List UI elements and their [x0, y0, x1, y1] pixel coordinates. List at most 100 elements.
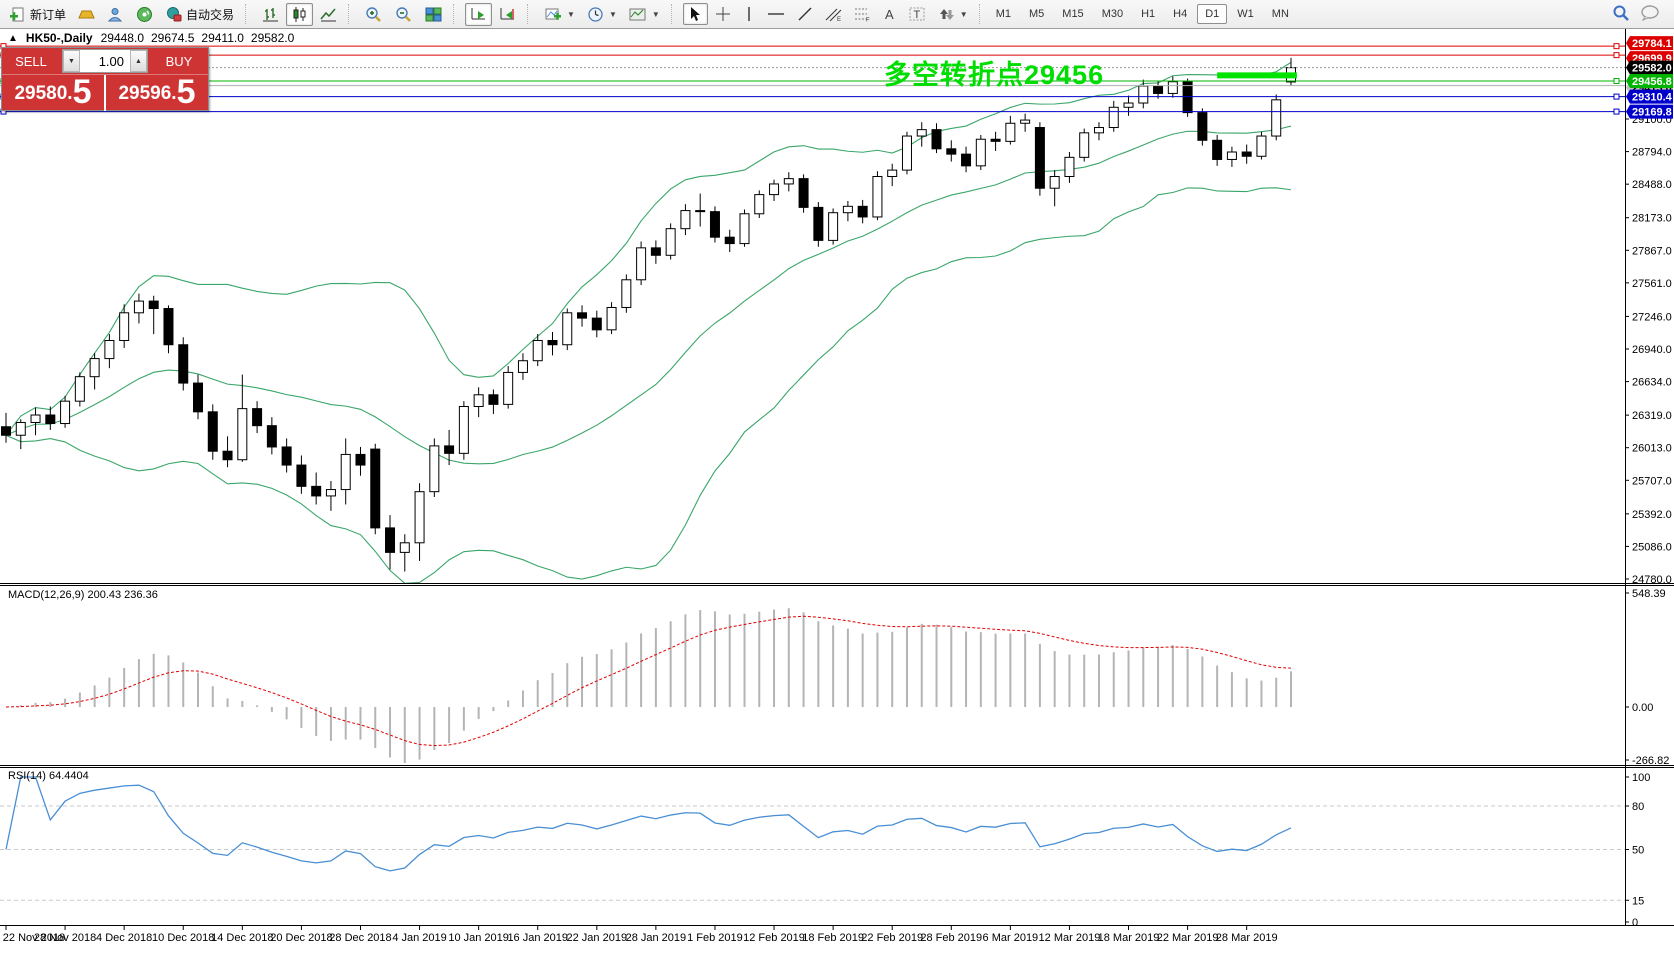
main-toolbar: 新订单 自动交易 ▼ ▼	[0, 0, 1674, 29]
toolbar-separator	[245, 4, 251, 24]
new-order-button[interactable]: 新订单	[4, 3, 71, 26]
low-value: 29411.0	[201, 31, 244, 45]
timeframe-w1[interactable]: W1	[1229, 4, 1262, 24]
text-label-button[interactable]: T	[904, 3, 931, 25]
line-handle[interactable]	[1614, 109, 1619, 114]
candle-bullish	[755, 195, 764, 214]
timeframe-m5[interactable]: M5	[1021, 4, 1052, 24]
price-tick-label: 25392.0	[1632, 509, 1672, 521]
toolbar-separator	[527, 4, 533, 24]
buy-button[interactable]: BUY	[150, 48, 208, 74]
candle-bullish	[1006, 123, 1015, 141]
zoom-in-button[interactable]	[360, 3, 388, 26]
line-handle[interactable]	[1614, 53, 1619, 58]
line-chart-button[interactable]	[315, 3, 342, 26]
zoom-out-button[interactable]	[390, 3, 418, 26]
candle-bearish	[932, 130, 941, 149]
cursor-button[interactable]	[683, 3, 708, 25]
horizontal-line-icon	[767, 6, 785, 22]
timeframe-mn[interactable]: MN	[1264, 4, 1297, 24]
candle-bullish	[784, 179, 793, 184]
timeframe-m30[interactable]: M30	[1094, 4, 1131, 24]
price-tag-29169.8: 29169.8	[1626, 105, 1673, 119]
open-value: 29448.0	[101, 31, 144, 45]
timeframe-h1[interactable]: H1	[1133, 4, 1163, 24]
toolbar-right	[1612, 4, 1674, 25]
arrows-button[interactable]: ▼	[933, 3, 973, 25]
chart-shift-button[interactable]	[494, 3, 521, 26]
timeframe-m1[interactable]: M1	[988, 4, 1019, 24]
volume-value[interactable]: 1.00	[80, 50, 130, 72]
price-tag-29310.4: 29310.4	[1626, 90, 1673, 104]
price-tick-label: 28173.0	[1632, 213, 1672, 225]
history-center-button[interactable]	[73, 3, 100, 26]
sell-button[interactable]: SELL	[2, 48, 60, 74]
macd-axis-label: 0.00	[1632, 702, 1653, 714]
crosshair-button[interactable]	[710, 3, 736, 25]
line-handle[interactable]	[1614, 44, 1619, 49]
chat-icon[interactable]	[1640, 4, 1660, 25]
volume-increase-button[interactable]: ▲	[130, 50, 147, 72]
vertical-line-button[interactable]	[738, 3, 760, 25]
candle-bearish	[282, 447, 291, 465]
timeframe-m15[interactable]: M15	[1054, 4, 1091, 24]
timeframe-h4[interactable]: H4	[1165, 4, 1195, 24]
ohlc-readout: 29448.0 29674.5 29411.0 29582.0	[101, 31, 295, 45]
candle-bullish	[430, 446, 439, 492]
new-order-icon	[9, 6, 26, 23]
candle-bullish	[1257, 136, 1266, 156]
candle-bullish	[1272, 100, 1281, 136]
candle-bullish	[1109, 107, 1118, 127]
text-icon: A	[883, 6, 897, 22]
candle-bearish	[799, 179, 808, 208]
candle-bearish	[548, 340, 557, 344]
date-tick-label: 6 Mar 2019	[983, 932, 1039, 944]
search-icon[interactable]	[1612, 4, 1630, 25]
bar-chart-button[interactable]	[257, 3, 284, 26]
fibonacci-button[interactable]: F	[849, 3, 876, 25]
candle-bullish	[681, 211, 690, 229]
candle-bullish	[415, 492, 424, 543]
date-tick-label: 28 Mar 2019	[1216, 932, 1278, 944]
candle-bullish	[1050, 177, 1059, 189]
tile-windows-button[interactable]	[420, 3, 447, 26]
gold-ingot-icon	[78, 6, 95, 23]
chart-canvas[interactable]: 29100.028794.028488.028173.027867.027561…	[0, 0, 1674, 953]
date-tick-label: 12 Feb 2019	[743, 932, 805, 944]
text-button[interactable]: A	[878, 3, 902, 25]
line-handle[interactable]	[1614, 94, 1619, 99]
price-axis: 29100.028794.028488.028173.027867.027561…	[1632, 114, 1672, 586]
dropdown-caret-icon: ▼	[652, 10, 660, 19]
mt4-window: 新订单 自动交易 ▼ ▼	[0, 0, 1674, 953]
line-handle[interactable]	[1614, 79, 1619, 84]
volume-decrease-button[interactable]: ▼	[63, 50, 80, 72]
horizontal-line-button[interactable]	[762, 3, 790, 25]
channel-button[interactable]: E	[820, 3, 847, 25]
candle-bullish	[1094, 128, 1103, 133]
signals-button[interactable]	[131, 3, 158, 26]
channel-icon: E	[825, 6, 842, 22]
candlestick-icon	[291, 6, 308, 23]
tile-windows-icon	[425, 6, 442, 23]
templates-button[interactable]: ▼	[624, 3, 665, 26]
autotrade-button[interactable]: 自动交易	[160, 3, 239, 26]
candle-bullish	[829, 213, 838, 241]
window-triangle-icon: ▲	[8, 33, 18, 44]
candle-bullish	[504, 372, 513, 404]
candle-bearish	[267, 426, 276, 447]
timeframes-button[interactable]: ▼	[582, 3, 622, 26]
candle-bearish	[578, 313, 587, 318]
volume-stepper: ▼ 1.00 ▲	[62, 49, 148, 73]
timeframe-d1[interactable]: D1	[1197, 4, 1227, 24]
candle-bearish	[179, 345, 188, 383]
candle-bearish	[223, 451, 232, 460]
dropdown-caret-icon: ▼	[567, 10, 575, 19]
candlestick-chart-button[interactable]	[286, 3, 313, 26]
trendline-button[interactable]	[792, 3, 818, 25]
indicators-button[interactable]: ▼	[539, 3, 580, 26]
bar-chart-icon	[262, 6, 279, 23]
auto-scroll-button[interactable]	[465, 3, 492, 26]
profile-button[interactable]	[102, 3, 129, 26]
rsi-axis-label: 50	[1632, 845, 1644, 857]
candle-bearish	[149, 301, 158, 308]
